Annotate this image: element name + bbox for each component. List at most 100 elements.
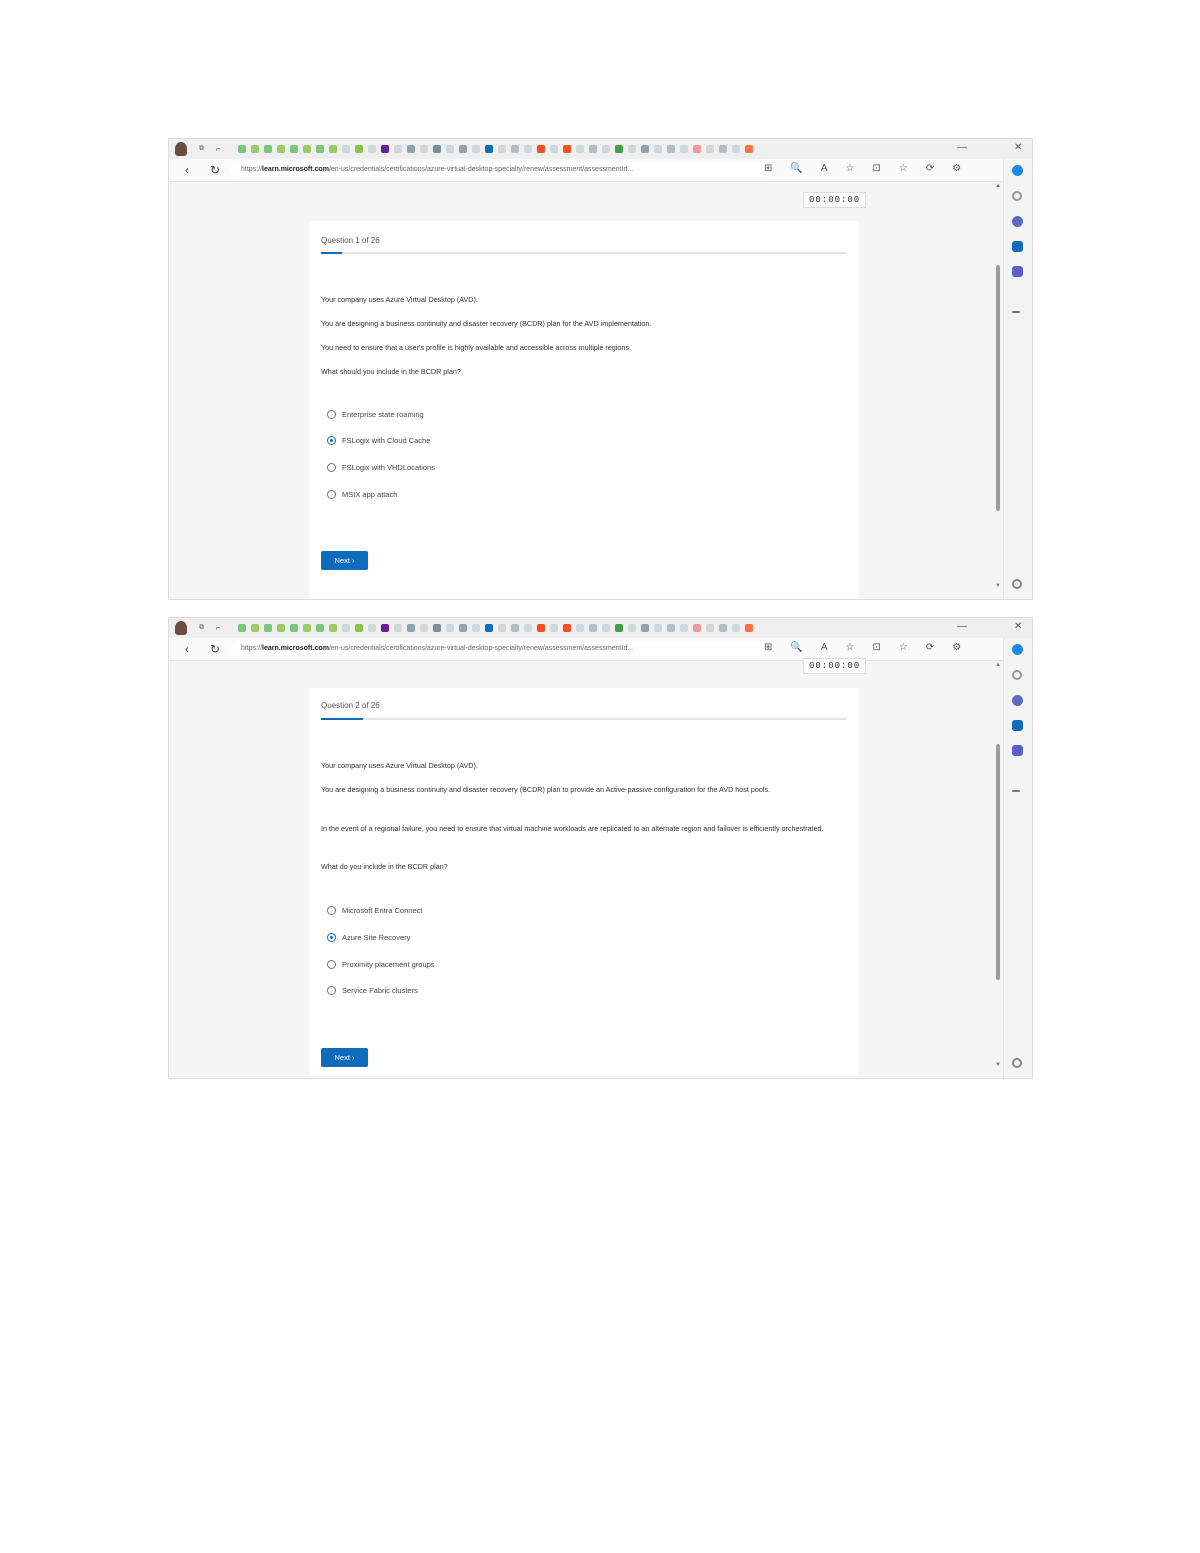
scroll-up-icon[interactable]: ▲	[994, 662, 1002, 668]
url-domain: learn.microsoft.com	[262, 166, 329, 173]
browser-screenshot-1: ⧉ ⌐ — ✕ ‹ ↻ https://learn.microsoft.com/…	[168, 138, 1033, 600]
toolbar-icons: ⊞ 🔍 A ☆ ⊡ ☆ ⟳ ⚙	[764, 163, 961, 174]
exam-timer: 00:00:00	[803, 192, 867, 208]
url-path: /en-us/credentials/certifications/azure-…	[328, 166, 634, 173]
settings-icon[interactable]	[1012, 579, 1022, 589]
add-icon[interactable]	[1012, 311, 1020, 313]
question-paragraph: Your company uses Azure Virtual Desktop …	[321, 761, 478, 770]
question-card: Question 2 of 26 Your company uses Azure…	[310, 688, 858, 1078]
answer-option-label: FSLogix with VHDLocations	[342, 463, 435, 472]
outlook-icon[interactable]	[1012, 720, 1023, 731]
tab-strip[interactable]	[238, 145, 754, 153]
add-icon[interactable]	[1012, 790, 1020, 792]
radio-button[interactable]	[327, 410, 336, 419]
history-icon[interactable]: ⟳	[926, 163, 934, 174]
teams-icon[interactable]	[1012, 745, 1023, 756]
close-window-button[interactable]: ✕	[1014, 621, 1022, 632]
answer-option[interactable]: Microsoft Entra Connect	[327, 906, 422, 915]
extensions-icon[interactable]: ⚙	[952, 163, 961, 174]
question-card: Question 1 of 26 Your company uses Azure…	[310, 221, 858, 599]
question-paragraph: You are designing a business continuity …	[321, 319, 652, 328]
favorites-icon[interactable]: ☆	[899, 163, 908, 174]
answer-option[interactable]: Proximity placement groups	[327, 960, 435, 969]
scroll-down-icon[interactable]: ▼	[994, 583, 1002, 589]
split-screen-icon[interactable]: ⊡	[872, 163, 880, 174]
reload-icon[interactable]: ↻	[207, 642, 223, 656]
favorite-icon[interactable]: ☆	[846, 642, 855, 653]
minimize-button[interactable]: —	[957, 142, 967, 153]
answer-option[interactable]: FSLogix with VHDLocations	[327, 463, 435, 472]
profile-avatar[interactable]	[175, 621, 187, 635]
scroll-thumb[interactable]	[996, 265, 1000, 511]
close-window-button[interactable]: ✕	[1014, 142, 1022, 153]
answer-option-label: FSLogix with Cloud Cache	[342, 436, 431, 445]
copilot-small-icon[interactable]	[1012, 216, 1023, 227]
radio-button[interactable]	[327, 906, 336, 915]
copilot-icon[interactable]	[1012, 644, 1023, 655]
answer-option-label: Proximity placement groups	[342, 960, 435, 969]
answer-option[interactable]: Service Fabric clusters	[327, 986, 418, 995]
answer-option[interactable]: Azure Site Recovery	[327, 933, 410, 942]
tab-bar: ⧉ ⌐ — ✕	[169, 139, 1032, 159]
tab-actions-icon[interactable]: ⌐	[216, 625, 220, 632]
app-available-icon[interactable]: ⊞	[764, 642, 772, 653]
question-prompt: What should you include in the BCDR plan…	[321, 367, 461, 376]
scroll-thumb[interactable]	[996, 744, 1000, 980]
search-icon[interactable]	[1012, 191, 1022, 201]
radio-button-selected[interactable]	[327, 933, 336, 942]
profile-avatar[interactable]	[175, 142, 187, 156]
url-prefix: https://	[241, 645, 263, 652]
radio-button[interactable]	[327, 960, 336, 969]
settings-icon[interactable]	[1012, 1058, 1022, 1068]
answer-option-label: Service Fabric clusters	[342, 986, 418, 995]
read-aloud-icon[interactable]: A	[821, 642, 828, 653]
outlook-icon[interactable]	[1012, 241, 1023, 252]
url-field[interactable]: https://learn.microsoft.com/en-us/creden…	[231, 162, 771, 177]
app-available-icon[interactable]: ⊞	[764, 163, 772, 174]
favorites-icon[interactable]: ☆	[899, 642, 908, 653]
history-icon[interactable]: ⟳	[926, 642, 934, 653]
search-icon[interactable]	[1012, 670, 1022, 680]
answer-option[interactable]: Enterprise state roaming	[327, 410, 424, 419]
copilot-small-icon[interactable]	[1012, 695, 1023, 706]
question-counter: Question 2 of 26	[321, 701, 380, 710]
radio-button[interactable]	[327, 490, 336, 499]
zoom-icon[interactable]: 🔍	[790, 163, 802, 174]
reload-icon[interactable]: ↻	[207, 163, 223, 177]
question-counter: Question 1 of 26	[321, 236, 380, 245]
split-screen-icon[interactable]: ⊡	[872, 642, 880, 653]
tab-strip[interactable]	[238, 624, 754, 632]
vertical-scrollbar[interactable]: ▲ ▼	[994, 181, 1002, 597]
question-paragraph: You need to ensure that a user's profile…	[321, 343, 631, 352]
favorite-icon[interactable]: ☆	[846, 163, 855, 174]
vertical-scrollbar[interactable]: ▲ ▼	[994, 660, 1002, 1076]
question-paragraph: Your company uses Azure Virtual Desktop …	[321, 295, 478, 304]
workspaces-icon[interactable]: ⧉	[199, 145, 204, 153]
scroll-up-icon[interactable]: ▲	[994, 183, 1002, 189]
answer-option-label: Microsoft Entra Connect	[342, 906, 423, 915]
scroll-down-icon[interactable]: ▼	[994, 1062, 1002, 1068]
radio-button[interactable]	[327, 463, 336, 472]
minimize-button[interactable]: —	[957, 621, 967, 632]
next-button[interactable]: Next ›	[321, 551, 368, 570]
workspaces-icon[interactable]: ⧉	[199, 624, 204, 632]
progress-bar	[321, 718, 846, 720]
copilot-icon[interactable]	[1012, 165, 1023, 176]
back-icon[interactable]: ‹	[179, 163, 195, 177]
radio-button[interactable]	[327, 986, 336, 995]
back-icon[interactable]: ‹	[179, 642, 195, 656]
teams-icon[interactable]	[1012, 266, 1023, 277]
next-button[interactable]: Next ›	[321, 1048, 368, 1067]
read-aloud-icon[interactable]: A	[821, 163, 828, 174]
url-domain: learn.microsoft.com	[262, 645, 329, 652]
answer-option[interactable]: FSLogix with Cloud Cache	[327, 436, 430, 445]
zoom-icon[interactable]: 🔍	[790, 642, 802, 653]
url-field[interactable]: https://learn.microsoft.com/en-us/creden…	[231, 641, 771, 656]
extensions-icon[interactable]: ⚙	[952, 642, 961, 653]
radio-button-selected[interactable]	[327, 436, 336, 445]
answer-option[interactable]: MSIX app attach	[327, 490, 397, 499]
url-prefix: https://	[241, 166, 263, 173]
tab-actions-icon[interactable]: ⌐	[216, 146, 220, 153]
tab-bar: ⧉ ⌐ — ✕	[169, 618, 1032, 638]
answer-option-label: Azure Site Recovery	[342, 933, 411, 942]
